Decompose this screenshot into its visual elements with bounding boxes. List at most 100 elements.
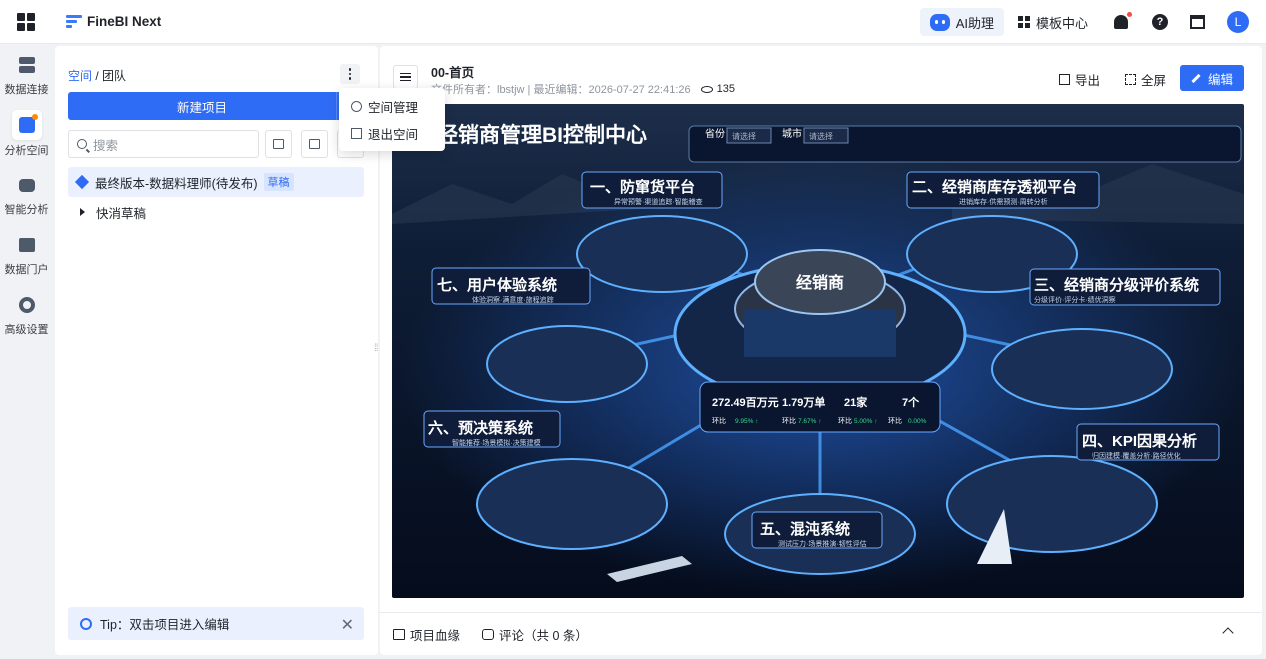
module-label-3[interactable]: 三、经销商分级评价系统 分级评价·评分卡·绩优洞察 — [1029, 268, 1221, 306]
dashboard-diamond-icon — [74, 174, 90, 190]
outline-toggle-icon[interactable] — [393, 65, 418, 89]
tree-item-fmcg-draft[interactable]: 快消草稿 — [68, 200, 146, 224]
new-folder-icon[interactable] — [301, 130, 328, 158]
fullscreen-button[interactable]: 全屏 — [1125, 70, 1166, 89]
module-title: 五、混沌系统 — [760, 520, 850, 538]
lineage-label: 项目血缘 — [410, 628, 461, 643]
tip-gear-icon — [80, 617, 92, 630]
panel-resize-handle[interactable]: ⁞⁞ — [374, 343, 378, 354]
kpi-ratio-label: 环比 — [712, 416, 726, 425]
export-icon — [1059, 74, 1070, 85]
kpi-panel: 272.49百万元 环比 9.95% ↑ 1.79万单 环比 7.67% ↑ 2… — [699, 381, 941, 433]
nav-item-advanced-settings[interactable]: 高级设置 — [0, 284, 53, 344]
breadcrumb-link-space[interactable]: 空间 — [68, 69, 92, 83]
nav-item-data-portal[interactable]: 数据门户 — [0, 224, 53, 284]
kpi-ratio-label: 环比 — [782, 416, 796, 425]
breadcrumb: 空间 / 团队 — [68, 67, 126, 84]
template-center-button[interactable]: 模板中心 — [1017, 13, 1088, 32]
nav-label: 数据连接 — [4, 84, 49, 96]
brand[interactable]: FineBI Next — [66, 14, 161, 29]
new-project-button[interactable]: 新建项目 — [68, 92, 336, 120]
kpi-value: 7个 — [902, 395, 920, 409]
kpi-ratio: 5.00% ↑ — [854, 418, 878, 425]
app-grid-icon[interactable] — [17, 12, 35, 31]
tip-text: Tip：双击项目进入编辑 — [100, 618, 230, 632]
copy-icon[interactable] — [265, 130, 292, 158]
portal-board-icon — [16, 234, 38, 256]
nav-label: 智能分析 — [4, 204, 49, 216]
template-grid-icon — [1017, 16, 1030, 28]
module-sub: 测试压力·场景推演·韧性评估 — [778, 539, 867, 548]
chevron-up-icon[interactable] — [1222, 627, 1234, 639]
close-icon[interactable]: ✕ — [341, 615, 354, 635]
export-label: 导出 — [1075, 74, 1101, 88]
search-input[interactable]: 搜索 — [68, 130, 259, 158]
province-filter-label: 省份 — [705, 127, 725, 140]
bottom-bar: 项目血缘 评论（共 0 条） — [380, 612, 1262, 655]
doc-meta: 文件所有者：lbstjw | 最近编辑：2026-07-27 22:41:26 … — [431, 81, 735, 97]
menu-item-exit-space[interactable]: 退出空间 — [339, 120, 445, 147]
tip-bar: Tip：双击项目进入编辑 ✕ — [68, 607, 364, 640]
breadcrumb-separator: / — [95, 69, 99, 83]
kpi-value: 21家 — [844, 395, 868, 409]
help-icon[interactable]: ? — [1152, 14, 1168, 30]
search-placeholder: 搜索 — [93, 138, 119, 153]
module-label-2[interactable]: 二、经销商库存透视平台 进销库存·供需预测·周转分析 — [906, 171, 1100, 209]
ai-assistant-label: AI助理 — [955, 15, 994, 31]
export-button[interactable]: 导出 — [1059, 70, 1100, 89]
robot-icon — [16, 174, 38, 196]
pen-icon — [1191, 73, 1201, 83]
nav-item-data-connection[interactable]: 数据连接 — [0, 44, 53, 104]
comments-button[interactable]: 评论（共 0 条） — [482, 625, 588, 644]
more-options-icon[interactable] — [340, 64, 360, 84]
draft-badge: 草稿 — [263, 173, 294, 191]
dashboard-view: 00-首页 文件所有者：lbstjw | 最近编辑：2026-07-27 22:… — [380, 46, 1262, 655]
module-title: 七、用户体验系统 — [437, 276, 557, 294]
menu-item-space-management[interactable]: 空间管理 — [339, 93, 445, 120]
finebi-logo-icon — [66, 14, 82, 29]
dashboard-title: 经销商管理BI控制中心 — [437, 123, 647, 147]
expand-caret-icon[interactable] — [80, 208, 85, 216]
tree-item-final-version[interactable]: 最终版本-数据料理师(待发布) 草稿 — [68, 167, 364, 197]
menu-item-label: 空间管理 — [368, 101, 419, 115]
top-bar: FineBI Next AI助理 模板中心 ? L — [0, 0, 1266, 44]
avatar[interactable]: L — [1227, 11, 1249, 33]
fullscreen-icon — [1125, 74, 1136, 85]
module-sub: 体验洞察·满意度·旅程追踪 — [472, 295, 554, 304]
nav-item-analysis-space[interactable]: 分析空间 — [0, 104, 53, 164]
ai-robot-icon — [929, 13, 950, 31]
kpi-value: 1.79万单 — [782, 395, 825, 409]
edit-label: 编辑 — [1207, 72, 1233, 87]
eye-icon — [700, 85, 713, 93]
ai-assistant-button[interactable]: AI助理 — [919, 8, 1004, 36]
kpi-ratio-label: 环比 — [888, 416, 902, 425]
module-label-4[interactable]: 四、KPI因果分析 归因建模·覆盖分析·路径优化 — [1076, 423, 1220, 461]
tree-item-label: 最终版本-数据料理师(待发布) — [95, 176, 258, 191]
kpi-value: 272.49百万元 — [712, 396, 779, 409]
module-label-6[interactable]: 六、预决策系统 智能推荐·场景模拟·决策建模 — [423, 410, 561, 448]
breadcrumb-current: 团队 — [102, 69, 127, 83]
dashboard-canvas: 经销商 经销商管理BI控制中心 省份 请选择 城市 请选择 一、防窜货平台 异常… — [392, 104, 1244, 598]
project-lineage-button[interactable]: 项目血缘 — [393, 625, 460, 644]
tree-item-label: 快消草稿 — [96, 206, 147, 221]
module-sub: 归因建模·覆盖分析·路径优化 — [1092, 451, 1181, 460]
module-label-7[interactable]: 七、用户体验系统 体验洞察·满意度·旅程追踪 — [431, 267, 591, 305]
module-title: 二、经销商库存透视平台 — [912, 178, 1077, 196]
module-label-5[interactable]: 五、混沌系统 测试压力·场景推演·韧性评估 — [751, 511, 883, 549]
lineage-icon — [393, 628, 405, 640]
nav-item-smart-analysis[interactable]: 智能分析 — [0, 164, 53, 224]
bell-icon[interactable] — [1114, 12, 1132, 29]
city-filter-label: 城市 — [782, 127, 802, 140]
layout-icon[interactable] — [1190, 15, 1205, 29]
module-title: 四、KPI因果分析 — [1082, 432, 1197, 450]
left-nav: 数据连接 分析空间 智能分析 数据门户 高级设置 — [0, 44, 53, 659]
city-select-placeholder: 请选择 — [809, 131, 833, 141]
menu-item-label: 退出空间 — [368, 128, 419, 142]
nav-label: 数据门户 — [4, 264, 49, 276]
module-sub: 分级评价·评分卡·绩优洞察 — [1034, 295, 1116, 304]
fullscreen-label: 全屏 — [1141, 74, 1167, 88]
module-sub: 异常预警·渠道追踪·智能稽查 — [614, 197, 703, 206]
edit-button[interactable]: 编辑 — [1180, 65, 1244, 91]
module-label-1[interactable]: 一、防窜货平台 异常预警·渠道追踪·智能稽查 — [581, 171, 723, 209]
search-icon — [77, 139, 87, 149]
